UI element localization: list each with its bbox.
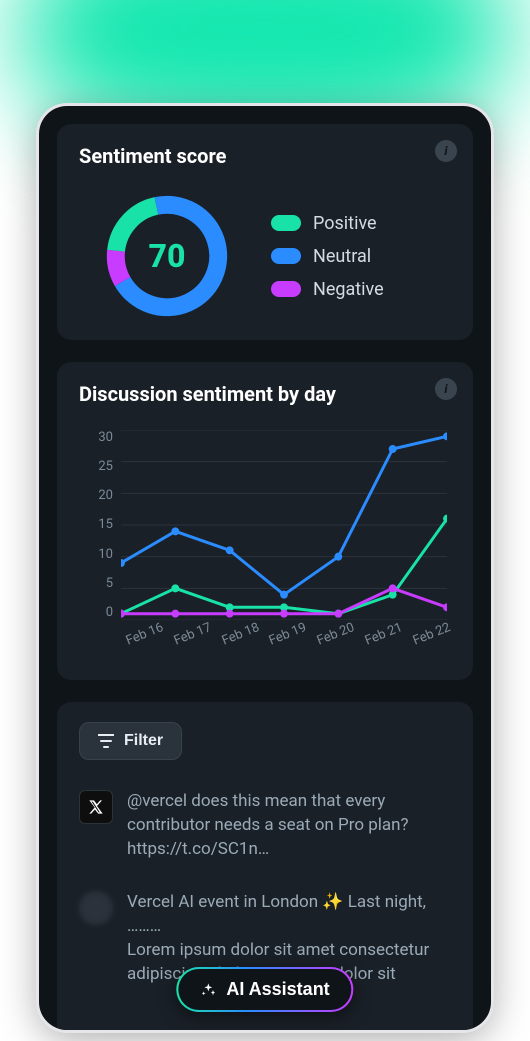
sentiment-score-value: 70 [103, 192, 231, 320]
sentiment-legend: Positive Neutral Negative [271, 213, 384, 300]
legend-neutral: Neutral [271, 246, 384, 267]
avatar [79, 891, 113, 925]
sentiment-score-card: Sentiment score i 70 Positive Neutral Ne… [57, 124, 473, 340]
legend-label: Neutral [313, 246, 371, 267]
feed-item[interactable]: @vercel does this mean that every contri… [79, 790, 451, 861]
info-icon[interactable]: i [435, 378, 457, 400]
legend-negative: Negative [271, 279, 384, 300]
legend-swatch-negative [271, 281, 301, 297]
info-icon[interactable]: i [435, 140, 457, 162]
legend-swatch-positive [271, 215, 301, 231]
card-title: Discussion sentiment by day [79, 382, 451, 406]
feed-text: @vercel does this mean that every contri… [127, 790, 451, 861]
avatar-x-icon [79, 790, 113, 824]
device-frame: Sentiment score i 70 Positive Neutral Ne… [39, 106, 491, 1030]
filter-button[interactable]: Filter [79, 722, 182, 760]
ai-assistant-button[interactable]: AI Assistant [178, 969, 351, 1010]
card-title: Sentiment score [79, 144, 451, 168]
legend-positive: Positive [271, 213, 384, 234]
ai-assistant-label: AI Assistant [226, 979, 329, 1000]
sentiment-donut-chart: 70 [103, 192, 231, 320]
filter-icon [98, 734, 114, 748]
legend-label: Positive [313, 213, 377, 234]
legend-swatch-neutral [271, 248, 301, 264]
filter-label: Filter [124, 732, 163, 750]
discussion-sentiment-card: Discussion sentiment by day i 3025201510… [57, 362, 473, 680]
sparkle-icon [200, 982, 216, 998]
ai-assistant-wrapper: AI Assistant [176, 967, 353, 1012]
legend-label: Negative [313, 279, 384, 300]
discussion-line-chart: 302520151050 Feb 16Feb 17Feb 18Feb 19Feb… [79, 430, 451, 660]
